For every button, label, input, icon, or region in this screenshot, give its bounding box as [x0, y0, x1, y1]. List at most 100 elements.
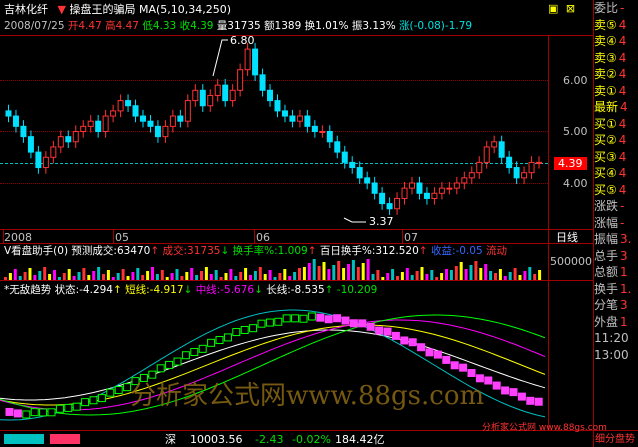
trend-square — [249, 324, 258, 333]
volume-bar — [440, 273, 444, 280]
trend-square — [39, 408, 48, 417]
sidebar-row[interactable]: 13:00 — [594, 347, 638, 364]
sidebar-row[interactable]: 11:20 — [594, 330, 638, 347]
index-value: 10003.56 — [190, 433, 243, 446]
volume-bar — [498, 269, 502, 280]
sidebar-label: 买④ — [594, 166, 617, 180]
candle-body — [483, 146, 490, 163]
sidebar-row[interactable]: 委比 - — [594, 0, 638, 17]
volume-bar — [464, 269, 468, 280]
min-price-label: 3.37 — [369, 215, 394, 228]
candle-body — [95, 120, 102, 132]
trend-square — [5, 407, 14, 416]
trend-square — [324, 315, 333, 324]
indicator-name[interactable]: 操盘王的骗局 — [69, 3, 135, 16]
sidebar-row[interactable]: 买④ 4 — [594, 165, 638, 182]
trend-square — [417, 343, 426, 352]
candle-body — [12, 115, 19, 127]
volume-bar — [13, 269, 17, 280]
volume-bar — [126, 276, 130, 280]
volume-bar — [474, 261, 478, 280]
sidebar-row[interactable]: 涨幅 - — [594, 215, 638, 232]
candle-body — [57, 136, 64, 148]
candle-body — [311, 125, 318, 132]
sidebar-row[interactable]: 买② 4 — [594, 132, 638, 149]
sidebar-row[interactable]: 分笔 3 — [594, 297, 638, 314]
volume-bar — [400, 272, 404, 280]
change-value: 涨(-0.08)-1.79 — [399, 20, 473, 32]
candle-body — [528, 161, 535, 174]
candle-body — [267, 89, 274, 102]
sidebar-row[interactable]: 卖④ 4 — [594, 33, 638, 50]
time-label: 06 — [256, 231, 270, 244]
candle-body — [50, 146, 57, 158]
candle-body — [521, 172, 528, 179]
volume-bar — [538, 270, 542, 280]
sidebar-row[interactable]: 买⑤ 4 — [594, 182, 638, 199]
candle-body — [199, 89, 206, 107]
sidebar-row[interactable]: 换手 1. — [594, 281, 638, 298]
sidebar-row[interactable]: 卖① 4 — [594, 83, 638, 100]
volume-bar — [469, 265, 473, 280]
candle-body — [394, 197, 401, 210]
sidebar-row[interactable]: 振幅 3. — [594, 231, 638, 248]
candle-body — [453, 182, 460, 189]
volume-bar — [43, 267, 47, 280]
candle-body — [416, 182, 423, 194]
header-row-1: 吉林化纤 ▼ 操盘王的骗局 MA(5,10,34,250) — [4, 3, 231, 16]
trend-square — [81, 398, 90, 407]
volume-bar — [410, 275, 414, 280]
candle-body — [169, 115, 176, 127]
sidebar-row[interactable]: 买① 4 — [594, 116, 638, 133]
candle-body — [386, 203, 393, 210]
sidebar-value: 4 — [620, 100, 628, 114]
sidebar-row[interactable]: 买③ 4 — [594, 149, 638, 166]
sidebar-row[interactable]: 卖⑤ 4 — [594, 17, 638, 34]
volume-bar — [8, 273, 12, 280]
volume-bar — [214, 270, 218, 280]
sidebar-row[interactable]: 最新 4 — [594, 99, 638, 116]
sidebar-row[interactable]: 卖② 4 — [594, 66, 638, 83]
close-icon[interactable]: ⊠ — [566, 2, 575, 15]
trend-square — [215, 336, 224, 345]
candle-body — [296, 115, 303, 122]
trend-square — [526, 396, 535, 405]
dropdown-arrow-icon[interactable]: ▼ — [58, 3, 66, 16]
volume-bar — [160, 270, 164, 280]
volume-bar — [67, 269, 71, 280]
index-change: -2.43 — [255, 433, 284, 446]
sidebar-row[interactable]: 卖③ 4 — [594, 50, 638, 67]
sidebar-row[interactable]: 外盘 1 — [594, 314, 638, 331]
sidebar-label: 总手 — [594, 248, 619, 263]
candle-body — [274, 100, 281, 112]
index-name[interactable]: 深 — [165, 433, 176, 446]
volume-title[interactable]: V看盘助手(0) — [4, 245, 68, 257]
sidebar-value: 4 — [618, 83, 627, 98]
candle-body — [506, 156, 513, 169]
volume-bar — [366, 259, 370, 280]
sidebar-row[interactable]: 总手 3 — [594, 248, 638, 265]
trend-square — [89, 396, 98, 405]
sidebar-row[interactable]: 总额 1 — [594, 264, 638, 281]
volume-bar-group — [4, 259, 542, 280]
volume-bars — [4, 259, 542, 280]
status-left-block — [4, 434, 44, 444]
period-mode-button[interactable]: 日线 — [556, 231, 578, 244]
volume-bar — [396, 276, 399, 280]
volume-bar — [190, 268, 194, 280]
volume-bar — [302, 267, 306, 280]
restore-icon[interactable]: ▣ — [548, 2, 558, 15]
volume-bar — [38, 271, 42, 280]
trend-square — [299, 314, 308, 323]
trend-square — [72, 402, 81, 411]
candle-body — [110, 110, 117, 117]
header-row-2: 2008/07/25 开4.47 高4.47 低4.33 收4.39 量3173… — [4, 20, 472, 33]
sidebar-row[interactable]: 涨跌 - — [594, 198, 638, 215]
volume-bar — [121, 269, 125, 280]
stock-name[interactable]: 吉林化纤 — [4, 3, 48, 16]
candle-body — [491, 141, 498, 148]
candle-body — [401, 187, 408, 199]
volume-bar — [445, 269, 448, 280]
volume-bar — [342, 268, 346, 280]
trend-square — [484, 376, 493, 385]
